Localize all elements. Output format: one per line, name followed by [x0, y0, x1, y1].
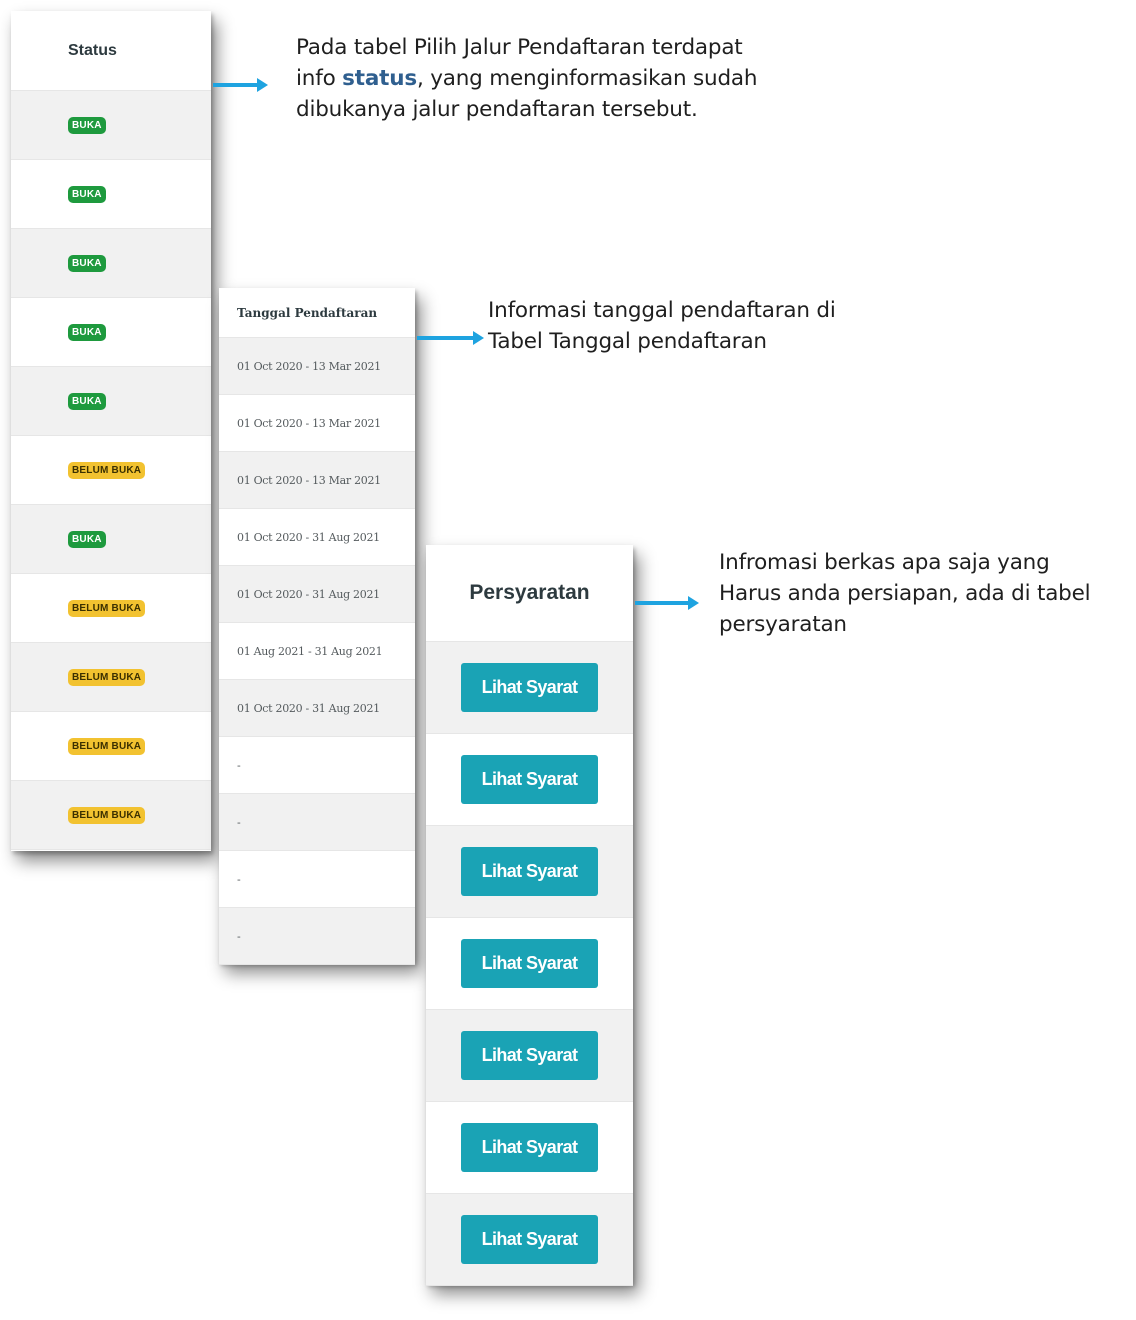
status-row: BELUM BUKA — [11, 574, 211, 643]
date-arrow-icon — [417, 331, 484, 345]
status-badge: BELUM BUKA — [68, 737, 146, 755]
requirement-row: Lihat Syarat — [426, 1010, 633, 1102]
status-row: BUKA — [11, 91, 211, 160]
status-annotation: Pada tabel Pilih Jalur Pendaftaran terda… — [296, 32, 758, 125]
status-annotation-line3: dibukanya jalur pendaftaran tersebut. — [296, 97, 698, 122]
requirement-row: Lihat Syarat — [426, 734, 633, 826]
status-row: BELUM BUKA — [11, 436, 211, 505]
date-row: 01 Oct 2020 - 13 Mar 2021 — [219, 338, 415, 395]
status-badge: BUKA — [68, 254, 106, 272]
status-badge: BUKA — [68, 116, 106, 134]
status-row: BELUM BUKA — [11, 643, 211, 712]
status-row: BUKA — [11, 367, 211, 436]
status-keyword: status — [342, 66, 417, 91]
status-row: BUKA — [11, 229, 211, 298]
requirement-row: Lihat Syarat — [426, 642, 633, 734]
requirement-annotation-line2: Harus anda persiapan, ada di tabel — [719, 581, 1091, 606]
lihat-syarat-button[interactable]: Lihat Syarat — [461, 1215, 598, 1264]
date-annotation: Informasi tanggal pendaftaran di Tabel T… — [488, 295, 836, 357]
requirement-annotation-line1: Infromasi berkas apa saja yang — [719, 550, 1050, 575]
date-range-text: 01 Oct 2020 - 31 Aug 2021 — [237, 530, 380, 544]
requirement-annotation: Infromasi berkas apa saja yang Harus and… — [719, 547, 1091, 640]
date-header: Tanggal Pendaftaran — [219, 288, 415, 338]
lihat-syarat-button[interactable]: Lihat Syarat — [461, 1031, 598, 1080]
status-badge: BELUM BUKA — [68, 599, 146, 617]
date-range-text: 01 Oct 2020 - 31 Aug 2021 — [237, 587, 380, 601]
status-table: Status BUKA BUKA BUKA BUKA BUKA BELUM BUKA BUK… — [11, 11, 211, 851]
status-annotation-line2: info status, yang menginformasikan sudah — [296, 66, 758, 91]
date-range-text: - — [237, 872, 241, 886]
requirement-row: Lihat Syarat — [426, 1102, 633, 1194]
requirement-table: Persyaratan Lihat Syarat Lihat Syarat Liha… — [426, 545, 633, 1286]
status-badge: BELUM BUKA — [68, 668, 146, 686]
status-header: Status — [11, 11, 211, 91]
status-badge: BUKA — [68, 392, 106, 410]
requirement-row: Lihat Syarat — [426, 1194, 633, 1286]
status-badge: BELUM BUKA — [68, 806, 146, 824]
date-row: 01 Oct 2020 - 13 Mar 2021 — [219, 452, 415, 509]
status-header-label: Status — [68, 41, 117, 59]
status-badge: BELUM BUKA — [68, 461, 146, 479]
date-range-text: 01 Oct 2020 - 31 Aug 2021 — [237, 701, 380, 715]
date-range-text: 01 Oct 2020 - 13 Mar 2021 — [237, 416, 381, 430]
status-badge: BUKA — [68, 323, 106, 341]
date-range-text: - — [237, 815, 241, 829]
status-badge: BUKA — [68, 530, 106, 548]
date-header-label: Tanggal Pendaftaran — [237, 305, 378, 320]
lihat-syarat-button[interactable]: Lihat Syarat — [461, 847, 598, 896]
requirement-row: Lihat Syarat — [426, 918, 633, 1010]
lihat-syarat-button[interactable]: Lihat Syarat — [461, 1123, 598, 1172]
date-row: 01 Oct 2020 - 13 Mar 2021 — [219, 395, 415, 452]
date-range-text: 01 Aug 2021 - 31 Aug 2021 — [237, 644, 383, 658]
date-row: - — [219, 908, 415, 965]
status-row: BUKA — [11, 505, 211, 574]
date-range-text: 01 Oct 2020 - 13 Mar 2021 — [237, 359, 381, 373]
requirement-header-label: Persyaratan — [469, 581, 590, 604]
status-badge: BUKA — [68, 185, 106, 203]
date-row: 01 Aug 2021 - 31 Aug 2021 — [219, 623, 415, 680]
date-annotation-line2: Tabel Tanggal pendaftaran — [488, 329, 767, 354]
date-range-text: - — [237, 929, 241, 943]
date-range-text: 01 Oct 2020 - 13 Mar 2021 — [237, 473, 381, 487]
status-row: BELUM BUKA — [11, 712, 211, 781]
lihat-syarat-button[interactable]: Lihat Syarat — [461, 755, 598, 804]
date-range-text: - — [237, 758, 241, 772]
status-arrow-icon — [213, 78, 268, 92]
requirement-row: Lihat Syarat — [426, 826, 633, 918]
lihat-syarat-button[interactable]: Lihat Syarat — [461, 939, 598, 988]
date-row: - — [219, 851, 415, 908]
status-row: BUKA — [11, 160, 211, 229]
date-annotation-line1: Informasi tanggal pendaftaran di — [488, 298, 836, 323]
date-row: 01 Oct 2020 - 31 Aug 2021 — [219, 680, 415, 737]
status-annotation-line1: Pada tabel Pilih Jalur Pendaftaran terda… — [296, 35, 743, 60]
date-row: 01 Oct 2020 - 31 Aug 2021 — [219, 566, 415, 623]
requirement-arrow-icon — [635, 596, 699, 610]
requirement-annotation-line3: persyaratan — [719, 612, 847, 637]
date-row: - — [219, 794, 415, 851]
lihat-syarat-button[interactable]: Lihat Syarat — [461, 663, 598, 712]
requirement-header: Persyaratan — [426, 545, 633, 642]
status-row: BUKA — [11, 298, 211, 367]
registration-date-table: Tanggal Pendaftaran 01 Oct 2020 - 13 Mar… — [219, 288, 415, 965]
date-row: - — [219, 737, 415, 794]
date-row: 01 Oct 2020 - 31 Aug 2021 — [219, 509, 415, 566]
status-row: BELUM BUKA — [11, 781, 211, 850]
